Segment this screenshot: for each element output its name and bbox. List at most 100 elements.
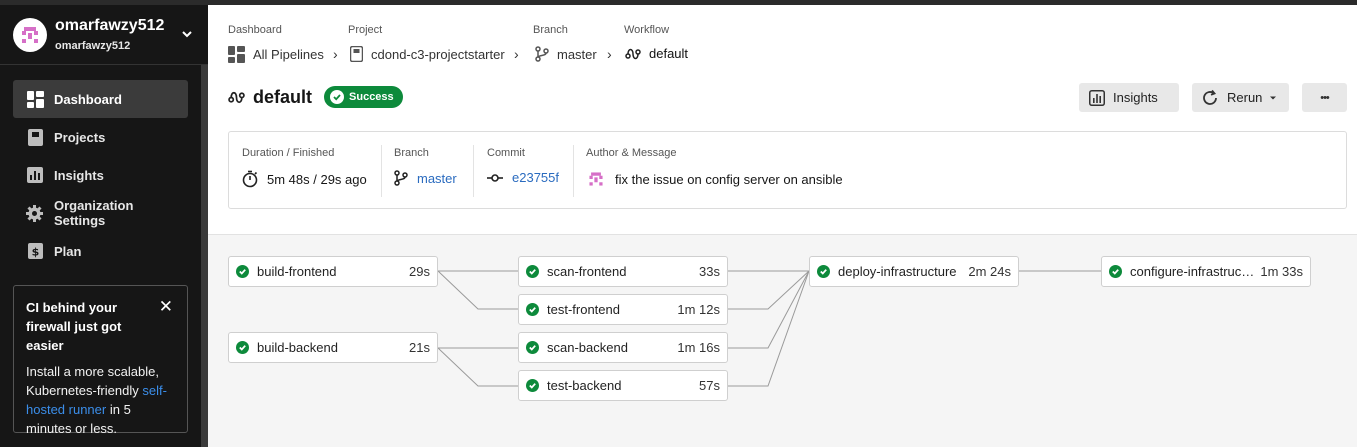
success-check-icon [526, 379, 539, 392]
git-branch-icon [535, 46, 549, 62]
check-icon [330, 90, 345, 104]
sidebar-item-insights[interactable]: Insights [13, 156, 188, 194]
breadcrumb-branch-link[interactable]: master [535, 46, 597, 62]
breadcrumb-workflow: Workflow [624, 24, 670, 36]
sidebar-item-plan[interactable]: $ Plan [13, 232, 188, 270]
job-build-frontend[interactable]: build-frontend 29s [228, 256, 438, 287]
insights-icon [1089, 89, 1105, 106]
job-test-backend[interactable]: test-backend 57s [518, 370, 728, 401]
sidebar-item-dashboard[interactable]: Dashboard [13, 80, 188, 118]
workflow-icon [625, 47, 641, 61]
workflow-header: default Success [228, 86, 403, 108]
sidebar-item-label: Plan [54, 243, 82, 259]
insights-button[interactable]: Insights [1079, 83, 1179, 112]
job-scan-backend[interactable]: scan-backend 1m 16s [518, 332, 728, 363]
caret-down-icon [1270, 96, 1277, 99]
chevron-right-icon: › [607, 46, 612, 62]
workflow-icon [228, 91, 245, 103]
job-name: configure-infrastructure [1130, 264, 1257, 279]
breadcrumb-branch: Branch [533, 24, 568, 36]
branch-link[interactable]: master [417, 171, 457, 186]
job-name: test-backend [547, 378, 622, 393]
commit-message: fix the issue on config server on ansibl… [615, 171, 843, 187]
dollar-icon: $ [26, 242, 44, 260]
sidebar-item-label: Insights [54, 167, 104, 183]
branch-section: Branch master [394, 147, 457, 186]
job-name: scan-backend [547, 340, 628, 355]
job-name: build-frontend [257, 264, 337, 279]
dashboard-icon [228, 46, 245, 63]
job-scan-frontend[interactable]: scan-frontend 33s [518, 256, 728, 287]
job-build-backend[interactable]: build-backend 21s [228, 332, 438, 363]
divider [381, 145, 382, 197]
job-duration: 33s [699, 264, 720, 279]
projects-icon [26, 128, 44, 146]
job-duration: 2m 24s [968, 264, 1011, 279]
projects-icon [350, 46, 363, 62]
org-avatar [13, 18, 47, 52]
breadcrumb-project-link[interactable]: cdond-c3-projectstarter [350, 46, 505, 62]
insights-icon [26, 166, 44, 184]
org-username: omarfawzy512 [55, 40, 131, 52]
promo-text: Install a more scalable, Kubernetes-frie… [26, 364, 167, 436]
close-icon[interactable]: ✕ [159, 298, 173, 315]
breadcrumb-dashboard: Dashboard [228, 24, 282, 36]
workflow-details-panel: Duration / Finished 5m 48s / 29s ago Bra… [228, 131, 1347, 209]
job-duration: 1m 33s [1260, 264, 1303, 279]
chevron-down-icon [182, 31, 192, 38]
org-switcher[interactable]: omarfawzy512 omarfawzy512 [0, 5, 208, 65]
duration-value: 5m 48s / 29s ago [267, 171, 367, 187]
commit-link[interactable]: e23755f [512, 170, 559, 185]
job-duration: 21s [409, 340, 430, 355]
job-duration: 1m 12s [677, 302, 720, 317]
identicon-icon [22, 27, 38, 43]
chevron-right-icon: › [514, 46, 519, 62]
breadcrumb-workflow-link[interactable]: default [625, 46, 688, 61]
divider [573, 145, 574, 197]
success-check-icon [526, 303, 539, 316]
success-check-icon [526, 341, 539, 354]
dashboard-icon [26, 90, 44, 108]
job-duration: 57s [699, 378, 720, 393]
job-deploy-infrastructure[interactable]: deploy-infrastructure 2m 24s [809, 256, 1019, 287]
status-badge: Success [324, 86, 403, 108]
page-title: default [253, 86, 313, 107]
sidebar-nav: Dashboard Projects Insights Organization… [13, 80, 188, 270]
org-name: omarfawzy512 [55, 17, 165, 34]
sidebar: omarfawzy512 omarfawzy512 Dashboard Proj… [0, 5, 208, 447]
author-section: Author & Message fix the issue on config… [586, 147, 843, 188]
git-branch-icon [394, 170, 408, 186]
breadcrumb-all-pipelines[interactable]: All Pipelines [228, 46, 324, 63]
refresh-icon [1201, 89, 1219, 107]
promo-title: CI behind your firewall just got easier [26, 300, 122, 353]
rerun-button[interactable]: Rerun [1192, 83, 1289, 112]
success-check-icon [1109, 265, 1122, 278]
sidebar-item-projects[interactable]: Projects [13, 118, 188, 156]
sidebar-scrollbar[interactable] [201, 65, 208, 447]
success-check-icon [236, 341, 249, 354]
gear-icon [26, 204, 44, 222]
job-name: deploy-infrastructure [838, 264, 957, 279]
author-avatar-icon [586, 170, 606, 188]
duration-section: Duration / Finished 5m 48s / 29s ago [242, 147, 367, 188]
job-duration: 29s [409, 264, 430, 279]
sidebar-item-label: Organization Settings [53, 198, 134, 228]
sidebar-item-label: Projects [54, 129, 106, 145]
breadcrumb-project: Project [348, 24, 383, 36]
commit-icon [487, 173, 503, 183]
job-test-frontend[interactable]: test-frontend 1m 12s [518, 294, 728, 325]
more-options-button[interactable]: ••• [1302, 83, 1347, 112]
commit-section: Commit e23755f [487, 147, 559, 185]
success-check-icon [526, 265, 539, 278]
success-check-icon [236, 265, 249, 278]
sidebar-item-label: Dashboard [54, 91, 122, 107]
divider [473, 145, 474, 197]
job-name: test-frontend [547, 302, 620, 317]
svg-text:$: $ [31, 246, 39, 259]
workflow-graph: build-frontend 29s build-backend 21s sca… [208, 234, 1357, 447]
job-name: scan-frontend [547, 264, 627, 279]
stopwatch-icon [242, 170, 258, 188]
job-configure-infrastructure[interactable]: configure-infrastructure 1m 33s [1101, 256, 1311, 287]
job-duration: 1m 16s [677, 340, 720, 355]
sidebar-item-organization-settings[interactable]: Organization Settings [13, 194, 188, 232]
